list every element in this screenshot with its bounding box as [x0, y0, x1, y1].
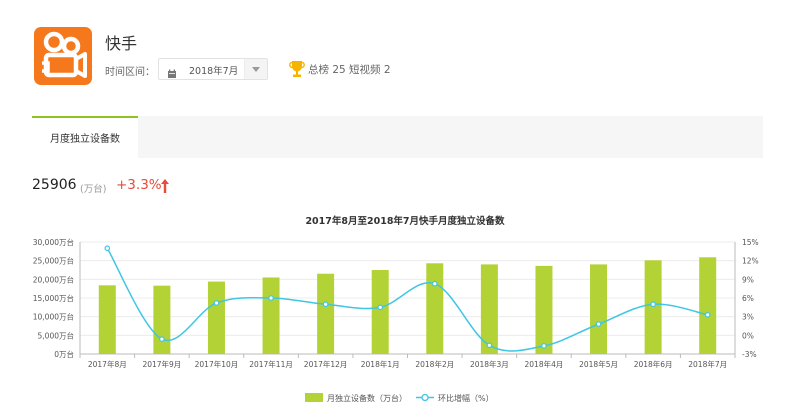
growth-point [104, 245, 111, 252]
period-label: 时间区间： [105, 67, 155, 78]
growth-point [213, 300, 220, 306]
y-right-tick-label: 12% [742, 257, 759, 266]
growth-line [106, 247, 708, 352]
bar [699, 257, 717, 354]
metric-unit: (万台) [80, 184, 107, 195]
growth-point [541, 343, 547, 349]
app-logo [34, 27, 92, 85]
bar [371, 270, 389, 354]
x-tick-label: 2018年4月 [525, 359, 564, 369]
bar [426, 263, 444, 354]
growth-point [431, 280, 438, 287]
app-name: 快手 [105, 34, 138, 53]
chevron-down-icon[interactable] [244, 59, 267, 79]
y-right-tick-label: 15% [742, 238, 759, 247]
bar [207, 281, 225, 354]
calendar-icon [167, 64, 177, 83]
chart-legend: 月独立设备数（万台） 环比增幅（%） [305, 393, 494, 403]
x-tick-label: 2017年12月 [304, 359, 348, 369]
bar [153, 285, 171, 354]
bar [98, 285, 116, 354]
device-chart: 2017年8月至2018年7月快手月度独立设备数 0万台 -3% 5,000万台 0%… [33, 215, 759, 403]
growth-point [159, 336, 165, 342]
x-tick-label: 2017年8月 [88, 359, 127, 369]
growth-point [322, 301, 329, 308]
y-left-tick-label: 5,000万台 [38, 330, 74, 340]
y-left-tick-label: 20,000万台 [33, 274, 74, 284]
tab-monthly-devices[interactable]: 月度独立设备数 [32, 116, 138, 158]
legend-line-marker [421, 393, 429, 402]
y-right-tick-label: 3% [742, 313, 754, 322]
growth-point [704, 311, 711, 318]
y-right-tick-label: 6% [742, 294, 754, 303]
y-left-tick-label: 15,000万台 [33, 293, 74, 303]
growth-point [595, 321, 602, 327]
metric-value: 25906 [32, 177, 77, 193]
y-right-tick-label: 9% [742, 275, 754, 284]
period-select[interactable]: 2018年7月 [158, 58, 268, 80]
bar [262, 277, 280, 354]
y-left-tick-label: 0万台 [54, 349, 74, 359]
y-right-tick-label: -3% [742, 350, 757, 359]
bar [644, 260, 662, 354]
period-value: 2018年7月 [189, 66, 239, 77]
x-tick-label: 2018年2月 [415, 359, 454, 369]
y-left-tick-label: 25,000万台 [33, 256, 74, 266]
x-tick-label: 2018年7月 [688, 359, 727, 369]
growth-point [486, 342, 493, 349]
y-left-tick-label: 30,000万台 [33, 237, 74, 247]
y-left-tick-label: 10,000万台 [33, 312, 74, 322]
legend-bar-swatch [305, 393, 323, 402]
ranking-text: 总榜 25 短视频 2 [308, 64, 391, 76]
tab-label: 月度独立设备数 [50, 134, 120, 145]
metric-change: +3.3% [116, 177, 162, 193]
kuaishou-camera-logo-icon [42, 31, 87, 78]
x-tick-label: 2018年1月 [361, 359, 400, 369]
growth-point [268, 295, 274, 301]
bar [480, 264, 498, 354]
y-right-tick-label: 0% [742, 331, 754, 340]
growth-point [377, 304, 384, 311]
bar [535, 265, 553, 354]
x-tick-label: 2017年9月 [142, 359, 181, 369]
growth-point [650, 301, 656, 308]
x-tick-label: 2018年3月 [470, 359, 509, 369]
legend-bar-label: 月独立设备数（万台） [327, 393, 407, 403]
bar [590, 264, 608, 354]
x-tick-label: 2017年10月 [195, 359, 239, 369]
x-tick-label: 2017年11月 [249, 359, 293, 369]
legend-line-label: 环比增幅（%） [438, 393, 494, 403]
tab-bar [32, 116, 763, 158]
x-tick-label: 2018年6月 [634, 359, 673, 369]
chart-title: 2017年8月至2018年7月快手月度独立设备数 [305, 215, 505, 227]
trophy-icon [289, 60, 305, 82]
x-tick-label: 2018年5月 [579, 359, 618, 369]
arrow-up-icon [160, 178, 170, 198]
bar [317, 273, 335, 354]
